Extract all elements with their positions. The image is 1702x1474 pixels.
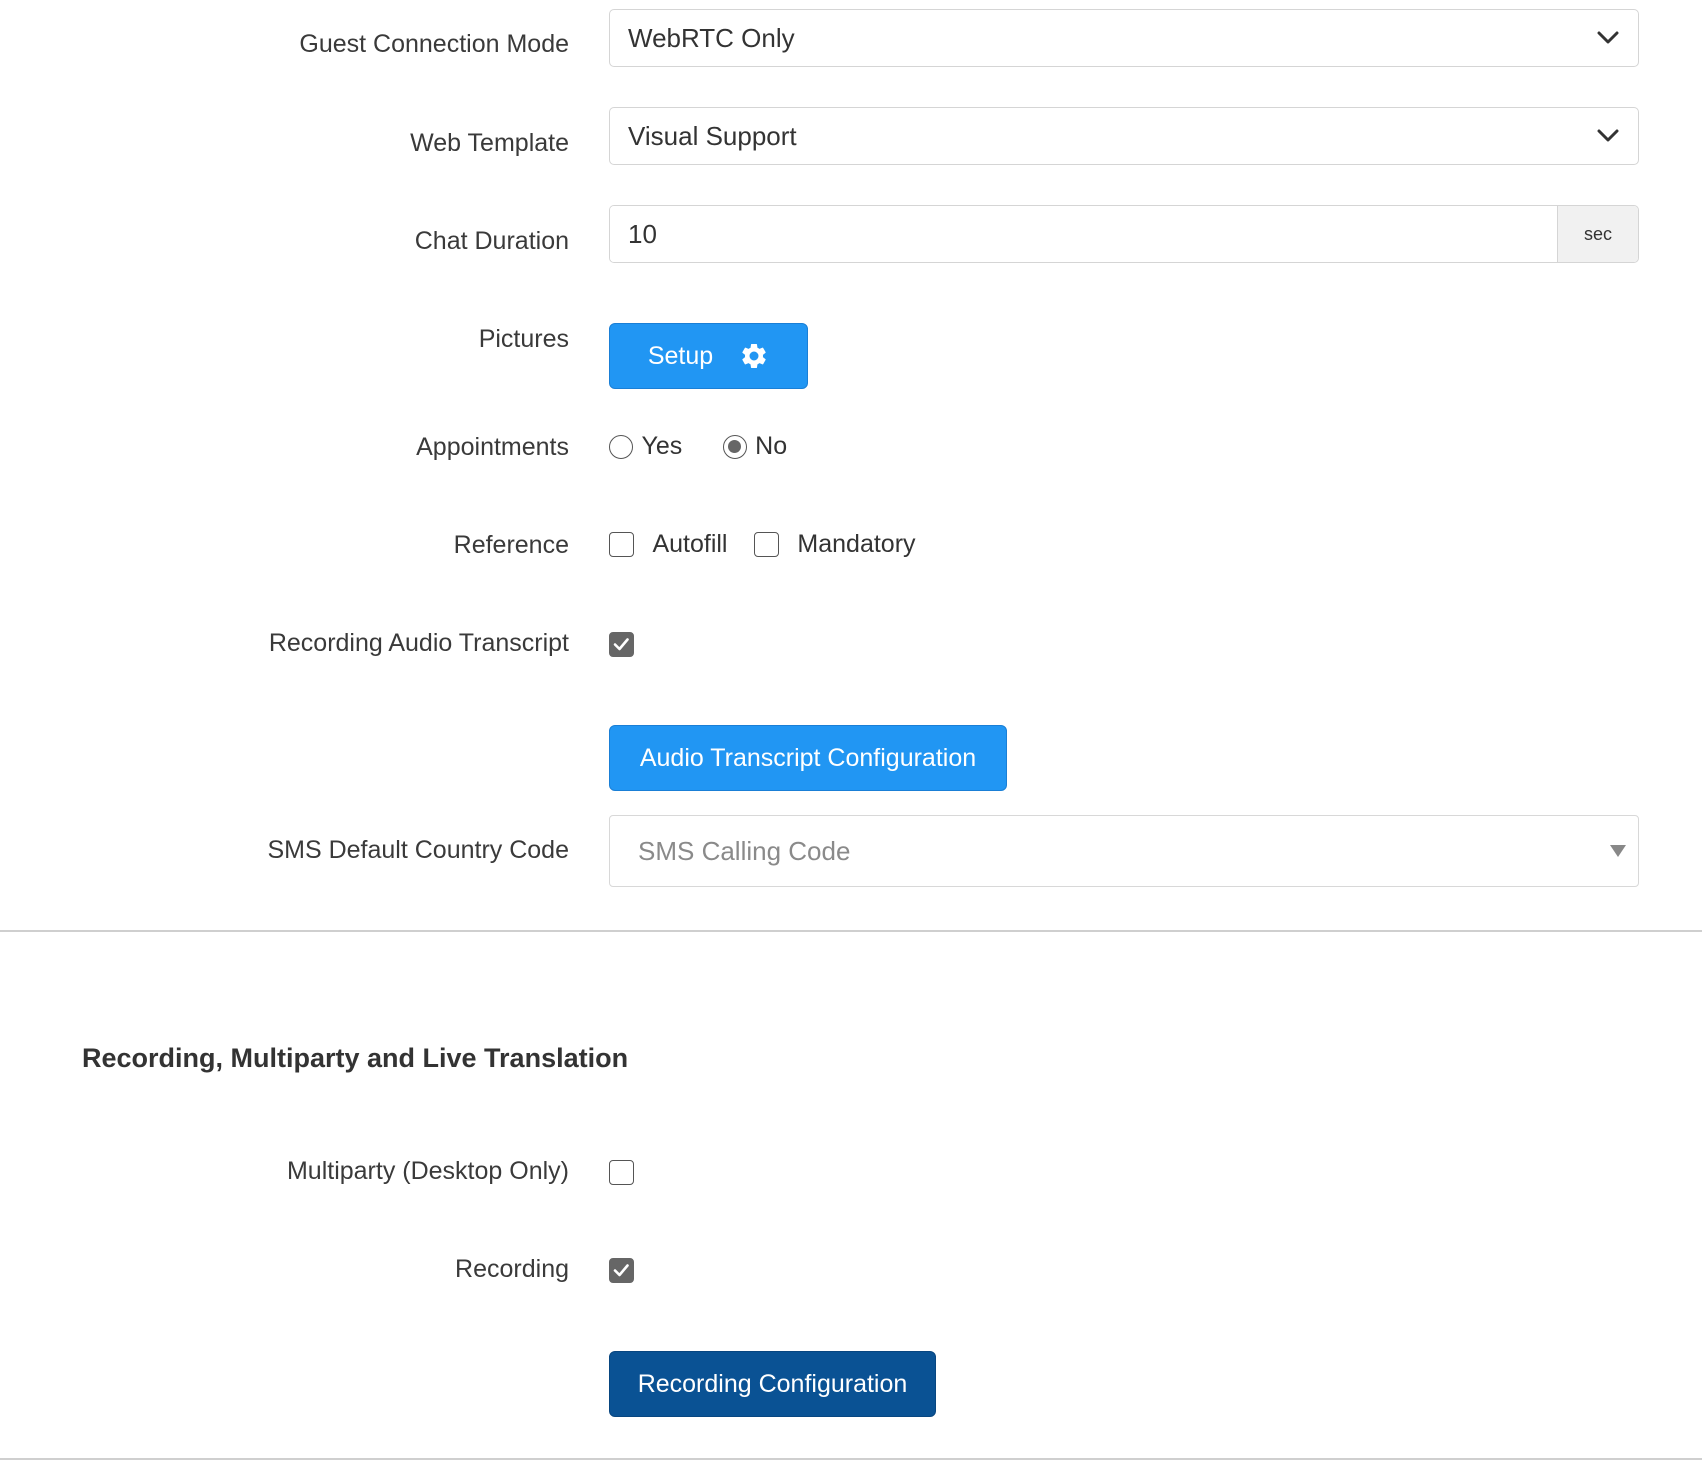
guest-connection-mode-label: Guest Connection Mode (299, 30, 569, 58)
web-template-value: Visual Support (628, 120, 797, 151)
chat-duration-input[interactable] (610, 206, 1557, 262)
chevron-down-icon (1578, 129, 1638, 143)
caret-down-icon (1598, 845, 1638, 857)
guest-connection-mode-value: WebRTC Only (628, 22, 795, 53)
pictures-label: Pictures (478, 325, 569, 353)
reference-mandatory-label: Mandatory (797, 530, 916, 558)
recording-audio-transcript-label: Recording Audio Transcript (268, 629, 569, 657)
appointments-yes-radio[interactable] (609, 434, 633, 459)
appointments-no-label: No (755, 432, 788, 460)
reference-autofill-label: Autofill (652, 530, 728, 558)
appointments-label: Appointments (416, 433, 569, 461)
multiparty-checkbox[interactable] (609, 1160, 634, 1185)
chat-duration-group: sec (609, 205, 1639, 263)
sms-default-country-code-label: SMS Default Country Code (267, 836, 569, 864)
pictures-setup-button[interactable]: Setup (609, 323, 808, 389)
guest-connection-mode-select[interactable]: WebRTC Only (609, 9, 1639, 67)
chat-duration-unit: sec (1557, 206, 1638, 262)
recording-configuration-button[interactable]: Recording Configuration (609, 1351, 936, 1417)
gear-icon (739, 341, 769, 371)
multiparty-label: Multiparty (Desktop Only) (286, 1157, 569, 1185)
section-divider (0, 930, 1702, 932)
reference-mandatory-checkbox[interactable] (753, 532, 779, 557)
reference-label: Reference (453, 531, 569, 559)
sms-calling-code-placeholder: SMS Calling Code (638, 835, 851, 866)
bottom-divider (0, 1458, 1702, 1460)
web-template-select[interactable]: Visual Support (609, 107, 1639, 165)
recording-checkbox[interactable] (609, 1258, 634, 1283)
appointments-no-radio[interactable] (722, 434, 747, 459)
section-title: Recording, Multiparty and Live Translati… (82, 1043, 629, 1073)
checkmark-icon (613, 638, 629, 651)
web-template-label: Web Template (410, 129, 569, 157)
appointments-yes-label: Yes (641, 432, 683, 460)
reference-autofill-checkbox[interactable] (609, 532, 634, 557)
appointments-options: Yes No (609, 432, 787, 461)
audio-transcript-configuration-button[interactable]: Audio Transcript Configuration (609, 725, 1007, 791)
reference-options: Autofill Mandatory (609, 530, 916, 559)
chat-duration-label: Chat Duration (414, 227, 569, 255)
checkmark-icon (613, 1264, 629, 1277)
recording-label: Recording (455, 1255, 569, 1283)
setup-button-label: Setup (647, 341, 714, 370)
chevron-down-icon (1578, 31, 1638, 45)
sms-calling-code-select[interactable]: SMS Calling Code (609, 815, 1639, 887)
recording-audio-transcript-checkbox[interactable] (609, 632, 634, 657)
